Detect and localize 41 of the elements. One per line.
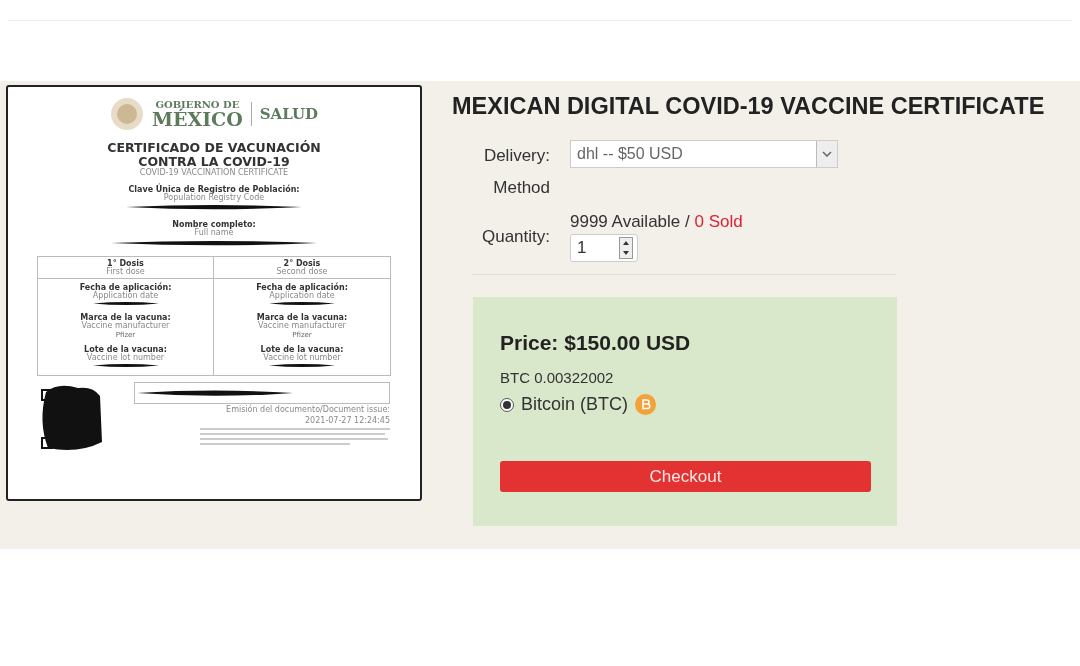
- field-label: Clave Única de Registro de Población:: [128, 184, 300, 194]
- field-label: Nombre completo:: [172, 220, 256, 230]
- dose-subtitle: First dose: [106, 267, 145, 277]
- price-heading: Price: $150.00 USD: [500, 331, 692, 355]
- certificate-title: CONTRA LA COVID-19: [138, 154, 290, 169]
- dose-field-label: Marca de la vacuna:: [256, 313, 348, 323]
- delivery-method-label: Delivery:: [483, 145, 550, 167]
- quantity-input[interactable]: 1: [570, 234, 638, 262]
- certificate-subtitle: COVID-19 VACCINATION CERTIFICATE: [139, 168, 289, 177]
- ministry-text: SALUD: [259, 105, 319, 123]
- dose-field-sublabel: Vaccine manufacturer: [258, 322, 346, 331]
- btc-amount: BTC 0.00322002: [500, 369, 615, 386]
- dose-subtitle: Second dose: [276, 267, 328, 277]
- issue-date: 2021-07-27 12:24:45: [305, 416, 390, 425]
- coin-icon: [635, 394, 656, 415]
- certificate-title: CERTIFICADO DE VACUNACIÓN: [107, 141, 321, 155]
- field-sublabel: Population Registry Code: [163, 193, 265, 203]
- chevron-down-icon: [822, 151, 832, 157]
- dose-field-sublabel: Application date: [92, 292, 159, 301]
- delivery-method-label: Method: [493, 177, 550, 199]
- dose-title: 1° Dosis: [107, 258, 144, 268]
- payment-option-label[interactable]: Bitcoin (BTC): [521, 394, 628, 415]
- dose-field-sublabel: Application date: [269, 292, 335, 301]
- dose-field-label: Marca de la vacuna:: [80, 313, 171, 323]
- checkout-button[interactable]: Checkout: [500, 461, 871, 492]
- dose-field-sublabel: Vaccine manufacturer: [81, 322, 170, 331]
- emblem-icon: [109, 97, 144, 131]
- dose-field-label: Lote de la vacuna:: [260, 344, 344, 354]
- quantity-label: Quantity:: [481, 226, 550, 248]
- spinner-arrows-icon[interactable]: [619, 237, 633, 259]
- field-sublabel: Full name: [194, 229, 234, 238]
- country-text: MÉXICO: [151, 109, 243, 129]
- dose-field-sublabel: Vaccine lot number: [263, 353, 341, 363]
- radio-button[interactable]: [500, 397, 514, 412]
- issue-label: Emisión del documento/Document issue:: [226, 406, 390, 415]
- delivery-method-select[interactable]: dhl -- $50 USD: [570, 140, 838, 168]
- product-title: MEXICAN DIGITAL COVID-19 VACCINE CERTIFICATE: [452, 93, 1045, 120]
- dose-title: 2° Dosis: [283, 258, 321, 268]
- dose-field-sublabel: Vaccine lot number: [86, 353, 165, 363]
- dose-field-label: Lote de la vacuna:: [84, 344, 167, 354]
- availability-text: 9999 Available / 0 Sold: [570, 212, 744, 232]
